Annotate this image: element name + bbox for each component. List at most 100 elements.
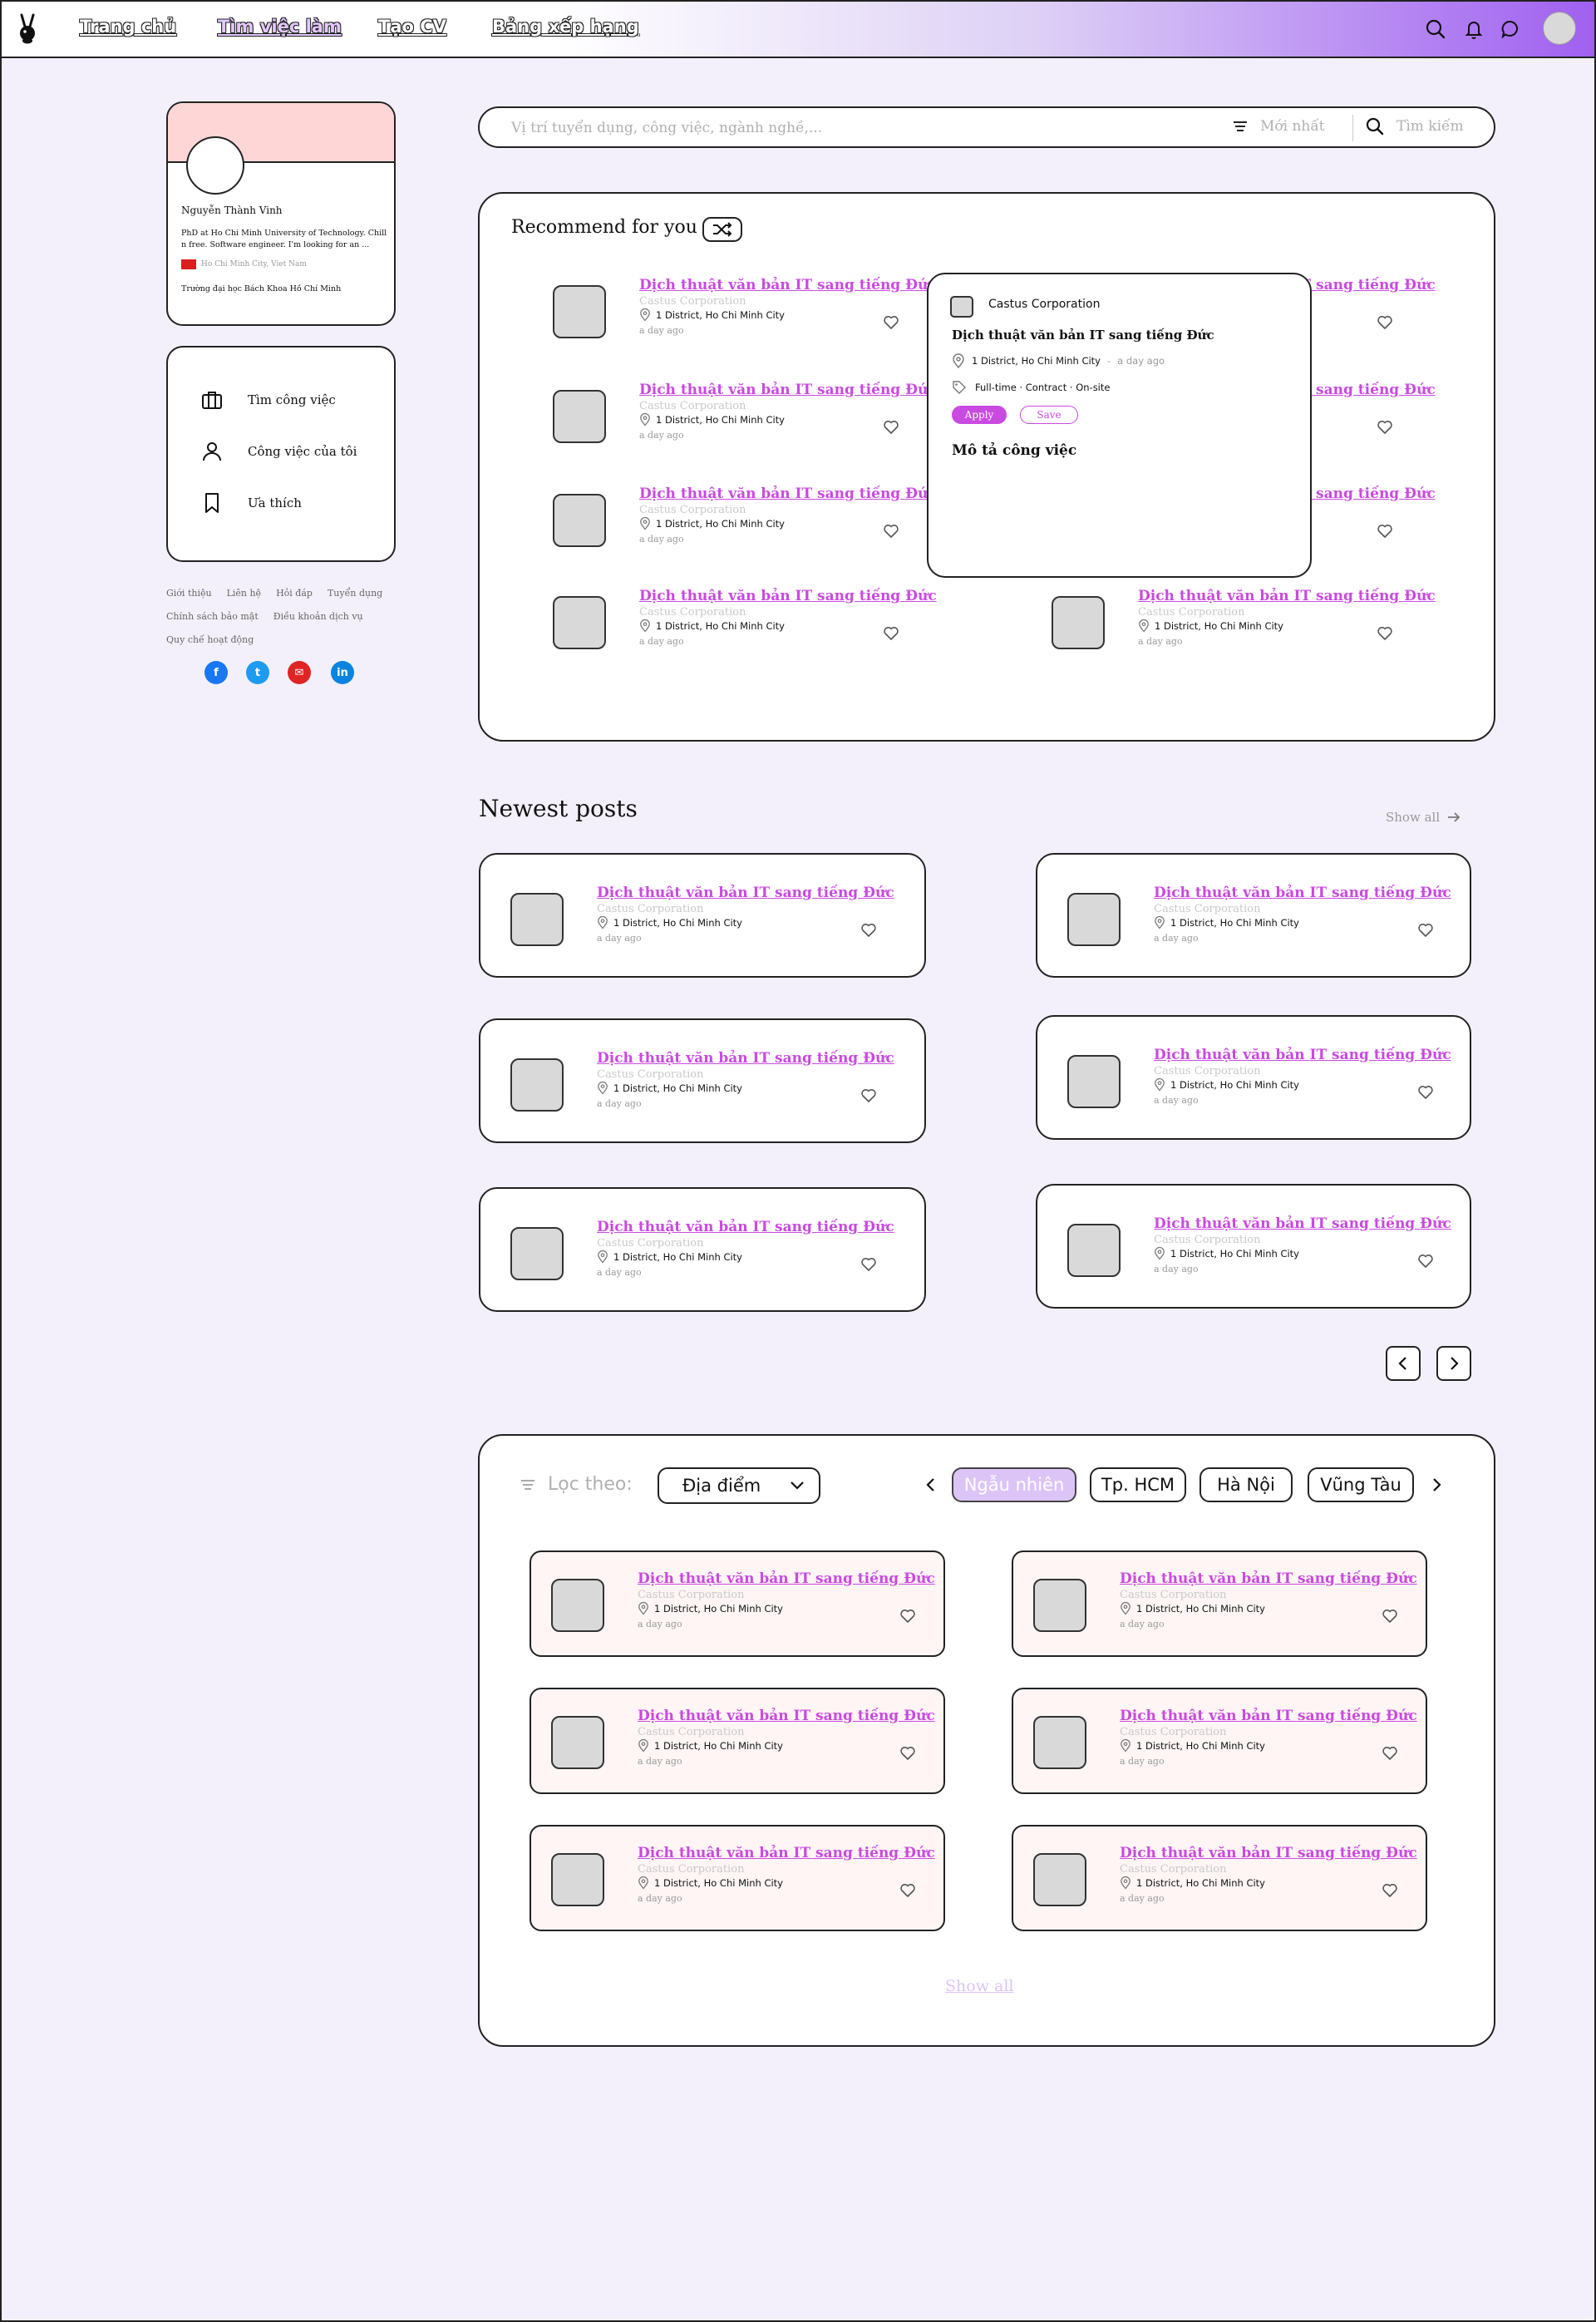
menu-item-find-job[interactable]: Tìm công việc	[200, 387, 336, 412]
save-button[interactable]: Save	[1020, 406, 1078, 424]
job-item[interactable]: Dịch thuật văn bản IT sang tiếng Đức Cas…	[1067, 885, 1451, 951]
job-title-link[interactable]: Dịch thuật văn bản IT sang tiếng Đức	[638, 1570, 935, 1587]
heart-icon[interactable]	[882, 418, 900, 436]
heart-icon[interactable]	[882, 522, 900, 540]
mail-icon[interactable]: ✉	[288, 661, 311, 684]
heart-icon[interactable]	[1376, 418, 1394, 436]
footer-link-recruit[interactable]: Tuyển dụng	[328, 588, 382, 599]
job-title-link[interactable]: Dịch thuật văn bản IT sang tiếng Đức	[1138, 588, 1436, 604]
newest-job-card[interactable]: Dịch thuật văn bản IT sang tiếng Đức Cas…	[479, 1018, 926, 1143]
job-item[interactable]: Dịch thuật văn bản IT sang tiếng Đức Cas…	[1067, 1047, 1451, 1113]
job-item[interactable]: Dịch thuật văn bản IT sang tiếng Đức Cas…	[551, 1570, 935, 1637]
job-title-link[interactable]: Dịch thuật văn bản IT sang tiếng Đức	[1120, 1845, 1417, 1861]
filter-job-card[interactable]: Dịch thuật văn bản IT sang tiếng Đức Cas…	[530, 1688, 945, 1794]
heart-icon[interactable]	[1416, 1252, 1435, 1270]
job-item[interactable]: Dịch thuật văn bản IT sang tiếng Đức Cas…	[1052, 588, 1436, 654]
job-item[interactable]: Dịch thuật văn bản IT sang tiếng Đức Cas…	[553, 382, 937, 448]
job-item[interactable]: Dịch thuật văn bản IT sang tiếng Đức Cas…	[553, 486, 937, 552]
apply-button[interactable]: Apply	[952, 406, 1007, 424]
nav-create-cv-link[interactable]: Tạo CV	[378, 17, 446, 37]
job-title-link[interactable]: Dịch thuật văn bản IT sang tiếng Đức	[597, 885, 894, 901]
heart-icon[interactable]	[1376, 624, 1394, 643]
heart-icon[interactable]	[899, 1744, 917, 1762]
job-item[interactable]: Dịch thuật văn bản IT sang tiếng Đức Cas…	[1033, 1570, 1417, 1637]
heart-icon[interactable]	[1376, 313, 1394, 332]
menu-item-my-jobs[interactable]: Công việc của tôi	[200, 439, 357, 464]
job-item[interactable]: Dịch thuật văn bản IT sang tiếng Đức Cas…	[510, 1050, 894, 1117]
job-item[interactable]: Dịch thuật văn bản IT sang tiếng Đức Cas…	[1033, 1708, 1417, 1774]
newest-show-all-link[interactable]: Show all	[1386, 810, 1461, 825]
job-item[interactable]: Dịch thuật văn bản IT sang tiếng Đức Cas…	[551, 1845, 935, 1911]
heart-icon[interactable]	[882, 313, 900, 332]
job-title-link[interactable]: Dịch thuật văn bản IT sang tiếng Đức	[639, 588, 937, 604]
profile-card[interactable]: Nguyễn Thành Vinh PhD at Ho Chi Minh Uni…	[166, 101, 396, 326]
heart-icon[interactable]	[1381, 1744, 1399, 1762]
job-title-link[interactable]: Dịch thuật văn bản IT sang tiếng Đức	[1154, 885, 1451, 901]
footer-link-rules[interactable]: Quy chế hoạt động	[166, 634, 254, 645]
job-title-link[interactable]: Dịch thuật văn bản IT sang tiếng Đức	[639, 486, 937, 502]
job-title-link[interactable]: Dịch thuật văn bản IT sang tiếng Đức	[638, 1845, 935, 1861]
nav-find-jobs-link[interactable]: Tìm việc làm	[218, 17, 342, 37]
footer-link-faq[interactable]: Hỏi đáp	[276, 588, 313, 599]
chip-random[interactable]: Ngẫu nhiên	[952, 1467, 1076, 1502]
bell-icon[interactable]	[1461, 17, 1486, 42]
heart-icon[interactable]	[1416, 921, 1435, 939]
heart-icon[interactable]	[860, 1255, 878, 1274]
job-item[interactable]: Dịch thuật văn bản IT sang tiếng Đức Cas…	[510, 885, 894, 951]
heart-icon[interactable]	[882, 624, 900, 643]
filter-show-all-link[interactable]: Show all	[945, 1977, 1013, 1995]
filter-job-card[interactable]: Dịch thuật văn bản IT sang tiếng Đức Cas…	[1012, 1550, 1427, 1657]
newest-job-card[interactable]: Dịch thuật văn bản IT sang tiếng Đức Cas…	[1036, 853, 1471, 978]
heart-icon[interactable]	[899, 1881, 917, 1900]
filter-job-card[interactable]: Dịch thuật văn bản IT sang tiếng Đức Cas…	[530, 1825, 945, 1931]
job-item[interactable]: Dịch thuật văn bản IT sang tiếng Đức Cas…	[553, 588, 937, 654]
job-item[interactable]: Dịch thuật văn bản IT sang tiếng Đức Cas…	[1033, 1845, 1417, 1911]
heart-icon[interactable]	[1381, 1607, 1399, 1625]
shuffle-button[interactable]	[702, 217, 742, 242]
job-title-link[interactable]: Dịch thuật văn bản IT sang tiếng Đức	[1120, 1708, 1417, 1724]
footer-link-terms[interactable]: Điều khoản dịch vụ	[273, 611, 363, 622]
newest-job-card[interactable]: Dịch thuật văn bản IT sang tiếng Đức Cas…	[1036, 1184, 1471, 1309]
job-item[interactable]: Dịch thuật văn bản IT sang tiếng Đức Cas…	[553, 277, 937, 343]
chips-next-icon[interactable]	[1427, 1476, 1446, 1494]
job-title-link[interactable]: Dịch thuật văn bản IT sang tiếng Đức	[639, 277, 937, 293]
job-title-link[interactable]: Dịch thuật văn bản IT sang tiếng Đức	[1154, 1047, 1451, 1063]
newest-job-card[interactable]: Dịch thuật văn bản IT sang tiếng Đức Cas…	[1036, 1015, 1471, 1140]
job-item[interactable]: Dịch thuật văn bản IT sang tiếng Đức Cas…	[510, 1219, 894, 1285]
footer-link-contact[interactable]: Liên hệ	[227, 588, 262, 599]
nav-ranking-link[interactable]: Bảng xếp hạng	[492, 17, 639, 37]
heart-icon[interactable]	[860, 921, 878, 939]
heart-icon[interactable]	[1416, 1083, 1435, 1102]
heart-icon[interactable]	[1381, 1881, 1399, 1900]
chips-prev-icon[interactable]	[922, 1476, 940, 1494]
chip-hanoi[interactable]: Hà Nội	[1199, 1467, 1293, 1502]
job-title-link[interactable]: Dịch thuật văn bản IT sang tiếng Đức	[638, 1708, 935, 1724]
search-input[interactable]	[511, 118, 1259, 138]
job-title-link[interactable]: Dịch thuật văn bản IT sang tiếng Đức	[597, 1219, 894, 1235]
job-item[interactable]: Dịch thuật văn bản IT sang tiếng Đức Cas…	[551, 1708, 935, 1774]
job-title-link[interactable]: Dịch thuật văn bản IT sang tiếng Đức	[639, 382, 937, 398]
newest-job-card[interactable]: Dịch thuật văn bản IT sang tiếng Đức Cas…	[479, 1187, 926, 1312]
menu-item-favorites[interactable]: Ưa thích	[200, 491, 302, 515]
prev-page-button[interactable]	[1386, 1346, 1421, 1381]
popup-job-title[interactable]: Dịch thuật văn bản IT sang tiếng Đức	[952, 328, 1214, 343]
user-avatar[interactable]	[1543, 12, 1576, 45]
job-title-link[interactable]: Dịch thuật văn bản IT sang tiếng Đức	[1120, 1570, 1417, 1587]
job-item[interactable]: Dịch thuật văn bản IT sang tiếng Đức Cas…	[1067, 1215, 1451, 1282]
search-icon[interactable]	[1423, 17, 1448, 42]
footer-link-about[interactable]: Giới thiệu	[166, 588, 212, 599]
linkedin-icon[interactable]: in	[331, 661, 354, 684]
chat-icon[interactable]	[1498, 17, 1523, 42]
sort-dropdown[interactable]: Mới nhất	[1232, 118, 1325, 135]
filter-job-card[interactable]: Dịch thuật văn bản IT sang tiếng Đức Cas…	[530, 1550, 945, 1657]
filter-select[interactable]: Địa điểm	[658, 1467, 820, 1504]
facebook-icon[interactable]: f	[204, 661, 228, 684]
search-button[interactable]: Tìm kiếm	[1365, 116, 1464, 136]
filter-job-card[interactable]: Dịch thuật văn bản IT sang tiếng Đức Cas…	[1012, 1825, 1427, 1931]
chip-hcm[interactable]: Tp. HCM	[1090, 1467, 1186, 1502]
newest-job-card[interactable]: Dịch thuật văn bản IT sang tiếng Đức Cas…	[479, 853, 926, 978]
job-title-link[interactable]: Dịch thuật văn bản IT sang tiếng Đức	[1154, 1215, 1451, 1232]
nav-home-link[interactable]: Trang chủ	[80, 17, 176, 37]
heart-icon[interactable]	[1376, 522, 1394, 540]
filter-job-card[interactable]: Dịch thuật văn bản IT sang tiếng Đức Cas…	[1012, 1688, 1427, 1794]
